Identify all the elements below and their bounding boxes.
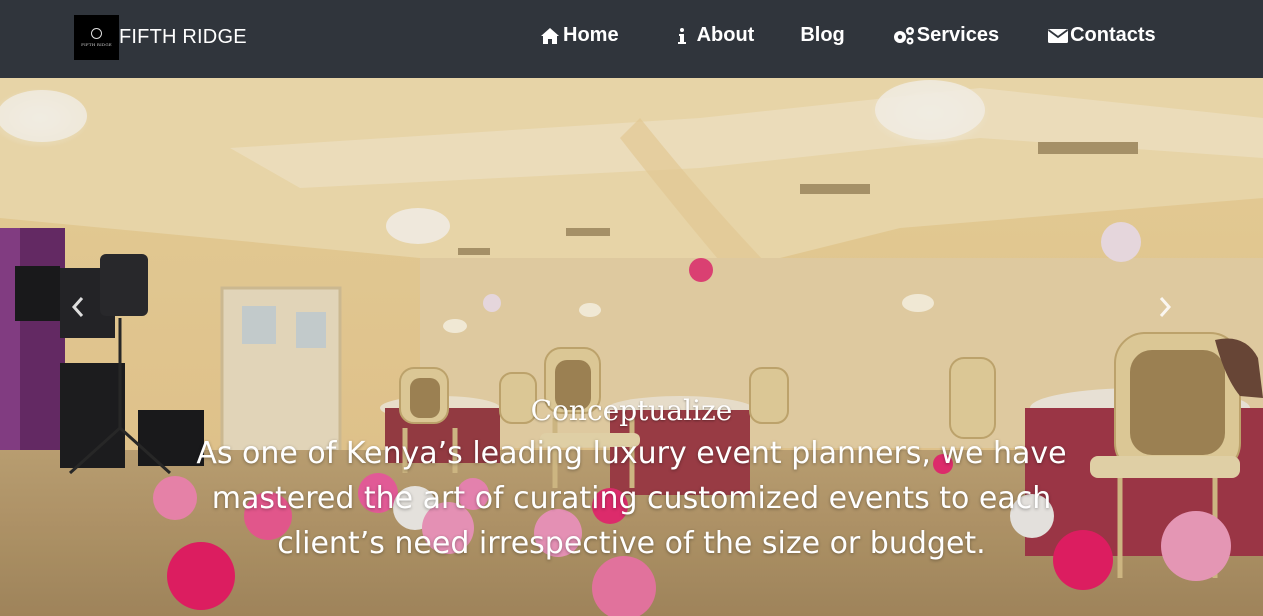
nav-blog[interactable]: Blog [800,24,844,47]
nav-services[interactable]: Services [892,24,999,47]
brand-name[interactable]: FIFTH RIDGE [119,26,247,49]
nav-services-label: Services [916,24,1000,46]
main-nav: Home About Blog Services Contacts [540,24,1156,47]
carousel-caption: Conceptualize As one of Kenya’s leading … [0,394,1263,566]
logo-emblem-icon [91,28,102,39]
chevron-right-icon [1159,297,1172,317]
hero-carousel: Conceptualize As one of Kenya’s leading … [0,78,1263,616]
envelope-icon [1048,29,1069,43]
home-icon [541,27,559,44]
gears-icon [893,26,914,44]
logo-text: FIFTH RIDGE [81,42,112,47]
navbar: FIFTH RIDGE FIFTH RIDGE Home About Blog [0,0,1263,78]
nav-about-label: About [696,24,755,46]
nav-contacts-label: Contacts [1070,24,1156,46]
nav-contacts[interactable]: Contacts [1047,24,1156,47]
brand-logo[interactable]: FIFTH RIDGE [74,15,119,60]
nav-about[interactable]: About [675,24,755,47]
chevron-left-icon [71,297,84,317]
nav-home[interactable]: Home [540,24,619,47]
brand[interactable]: FIFTH RIDGE FIFTH RIDGE [74,15,247,60]
carousel-next-button[interactable] [1157,296,1187,336]
carousel-text: As one of Kenya’s leading luxury event p… [196,436,1067,561]
carousel-title: Conceptualize [530,394,733,427]
info-icon [677,27,686,44]
nav-blog-label: Blog [800,24,845,46]
carousel-prev-button[interactable] [70,296,100,336]
nav-home-label: Home [563,24,619,46]
